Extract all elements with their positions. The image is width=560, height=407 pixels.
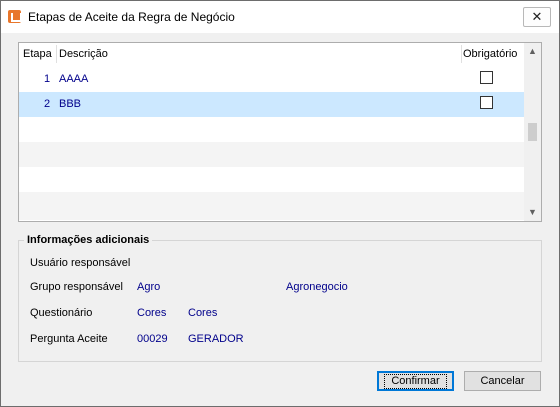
grid-header: Etapa Descrição Obrigatório <box>19 43 524 66</box>
column-header-obrigatorio[interactable]: Obrigatório <box>463 48 517 60</box>
descricao-cell: BBB <box>59 98 82 110</box>
grupo-label: Grupo responsável <box>30 281 123 293</box>
column-divider <box>56 45 57 63</box>
questionario-code: Cores <box>137 307 167 319</box>
confirm-label: Confirmar <box>384 374 447 389</box>
grupo-name: Agronegocio <box>286 281 348 293</box>
questionario-name: Cores <box>188 307 218 319</box>
etapa-cell: 2 <box>44 98 51 110</box>
stages-grid[interactable]: Etapa Descrição Obrigatório 1 AAAA 2 BBB… <box>18 42 542 222</box>
empty-row <box>19 117 524 142</box>
empty-row <box>19 142 524 167</box>
cancel-label: Cancelar <box>480 375 525 387</box>
usuario-label: Usuário responsável <box>30 257 131 269</box>
pergunta-name: GERADOR <box>188 333 244 345</box>
pergunta-label: Pergunta Aceite <box>30 333 108 345</box>
close-button[interactable]: ✕ <box>523 7 551 27</box>
column-header-etapa[interactable]: Etapa <box>23 48 52 60</box>
column-header-descricao[interactable]: Descrição <box>59 48 108 60</box>
obrigatorio-checkbox[interactable] <box>480 71 493 84</box>
table-row-selected[interactable]: 2 BBB <box>19 92 524 117</box>
additional-info-legend: Informações adicionais <box>24 234 153 246</box>
scroll-down-icon[interactable]: ▼ <box>524 204 541 221</box>
app-icon <box>8 10 22 23</box>
table-row[interactable]: 1 AAAA <box>19 67 524 92</box>
column-divider <box>461 45 462 63</box>
window-title: Etapas de Aceite da Regra de Negócio <box>28 10 235 24</box>
empty-row <box>19 192 524 220</box>
scroll-thumb[interactable] <box>528 123 537 141</box>
dialog-window: Etapas de Aceite da Regra de Negócio ✕ E… <box>0 0 560 407</box>
cancel-button[interactable]: Cancelar <box>464 371 541 391</box>
obrigatorio-checkbox[interactable] <box>480 96 493 109</box>
title-bar: Etapas de Aceite da Regra de Negócio ✕ <box>1 1 559 33</box>
scroll-up-icon[interactable]: ▲ <box>524 43 541 60</box>
pergunta-code: 00029 <box>137 333 168 345</box>
questionario-label: Questionário <box>30 307 93 319</box>
etapa-cell: 1 <box>44 73 51 85</box>
empty-row <box>19 167 524 192</box>
vertical-scrollbar[interactable]: ▲ ▼ <box>524 43 541 221</box>
close-icon: ✕ <box>531 9 543 24</box>
grupo-code: Agro <box>137 281 161 293</box>
confirm-button[interactable]: Confirmar <box>377 371 454 391</box>
descricao-cell: AAAA <box>59 73 89 85</box>
